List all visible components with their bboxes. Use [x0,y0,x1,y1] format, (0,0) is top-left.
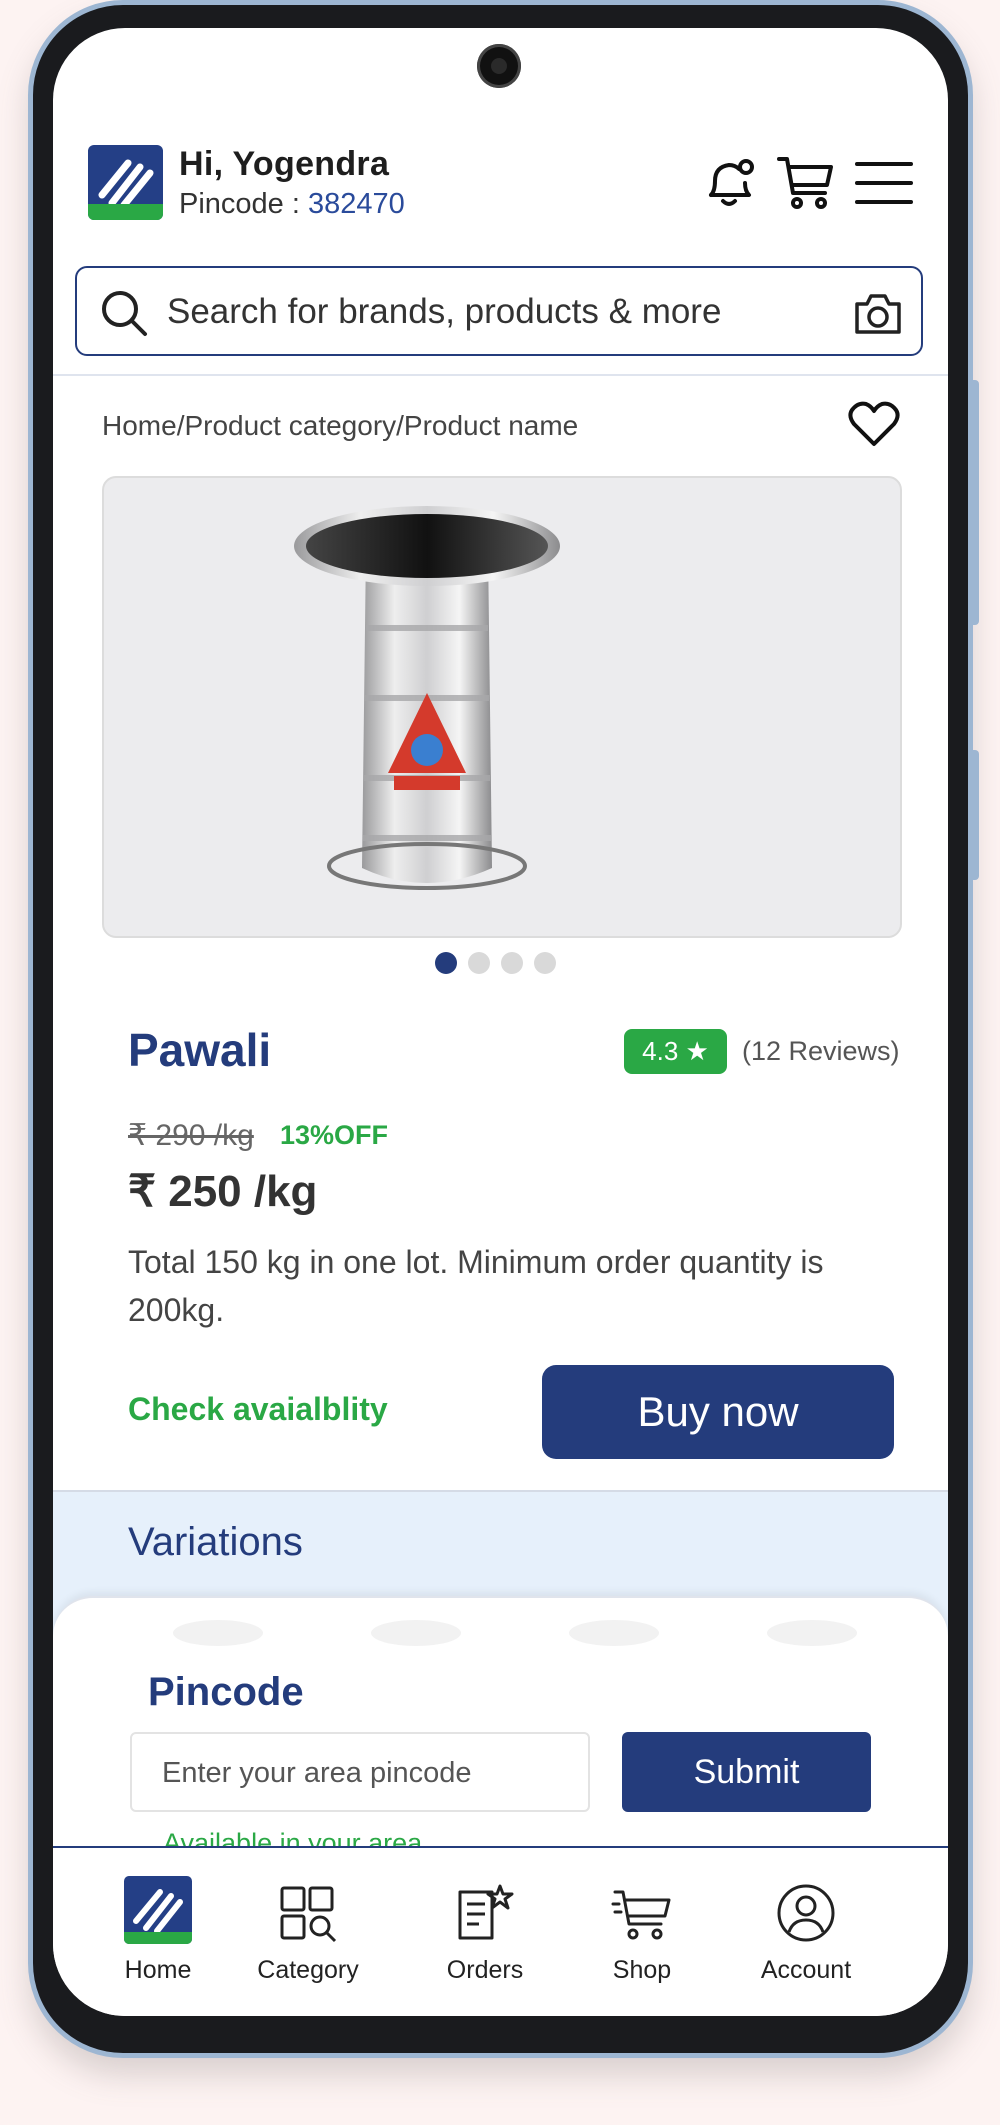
nav-account[interactable]: Account [731,1878,881,1985]
nav-home-label: Home [124,1956,192,1984]
discount-label: 13%OFF [280,1120,389,1150]
app-screen: Hi, Yogendra Pincode : 382470 Search for… [53,28,948,2016]
submit-button[interactable]: Submit [622,1732,871,1812]
camera-search-icon[interactable] [853,288,903,338]
nav-orders[interactable]: Orders [410,1878,560,1985]
variation-thumb [371,1620,461,1646]
nav-orders-label: Orders [446,1956,524,1984]
bottom-navigation: Home Category Orders Shop Account [53,1846,948,2016]
variation-thumb [767,1620,857,1646]
steel-container-image [294,506,560,890]
search-icon [102,291,147,336]
breadcrumb[interactable]: Home/Product category/Product name [102,410,578,442]
nav-home[interactable]: Home [83,1876,233,1985]
product-image[interactable] [102,476,902,938]
pincode-title: Pincode [148,1670,304,1714]
original-price: ₹ 290 /kg [128,1119,254,1152]
app-logo[interactable] [88,145,163,220]
search-bar[interactable]: Search for brands, products & more [75,266,923,356]
pincode-input[interactable] [132,1734,620,1812]
product-description: Total 150 kg in one lot. Minimum order q… [128,1244,824,1328]
orders-icon [458,1884,514,1940]
search-input[interactable]: Search for brands, products & more [167,292,721,332]
pincode-field[interactable] [130,1732,620,1812]
nav-shop[interactable]: Shop [567,1878,717,1985]
power-button [971,750,979,880]
nav-shop-label: Shop [612,1956,672,1984]
reviews-count[interactable]: (12 Reviews) [742,1036,900,1067]
menu-hamburger-icon[interactable] [855,160,913,210]
pincode-text[interactable]: Pincode : 382470 [179,188,405,221]
account-user-icon [777,1884,835,1942]
variations-title: Variations [128,1520,303,1564]
shop-cart-icon [611,1890,671,1940]
buy-now-button[interactable]: Buy now [542,1365,894,1459]
notification-bell-icon[interactable] [699,153,759,217]
pincode-sheet: Pincode Submit Available in your area [53,1596,948,1878]
image-carousel-dots[interactable] [435,952,567,978]
carousel-dot[interactable] [435,952,457,974]
carousel-dot[interactable] [468,952,490,974]
pincode-value[interactable]: 382470 [308,188,405,220]
check-availability-link[interactable]: Check avaialblity [128,1391,388,1428]
current-price: ₹ 250 /kg [128,1167,318,1216]
nav-account-label: Account [760,1956,852,1984]
carousel-dot[interactable] [501,952,523,974]
category-grid-icon [280,1886,337,1943]
wishlist-heart-icon[interactable] [848,400,900,452]
product-name: Pawali [128,1024,272,1076]
rating-badge: 4.3 ★ [624,1029,727,1074]
volume-button [971,380,979,625]
front-camera [477,44,521,88]
nav-category-label: Category [257,1956,359,1984]
cart-icon[interactable] [775,153,837,217]
greeting-text: Hi, Yogendra [179,145,390,183]
variation-thumb [569,1620,659,1646]
home-logo-icon [124,1876,192,1944]
variation-thumb [173,1620,263,1646]
carousel-dot[interactable] [534,952,556,974]
nav-category[interactable]: Category [233,1878,383,1985]
header-divider [53,374,948,376]
